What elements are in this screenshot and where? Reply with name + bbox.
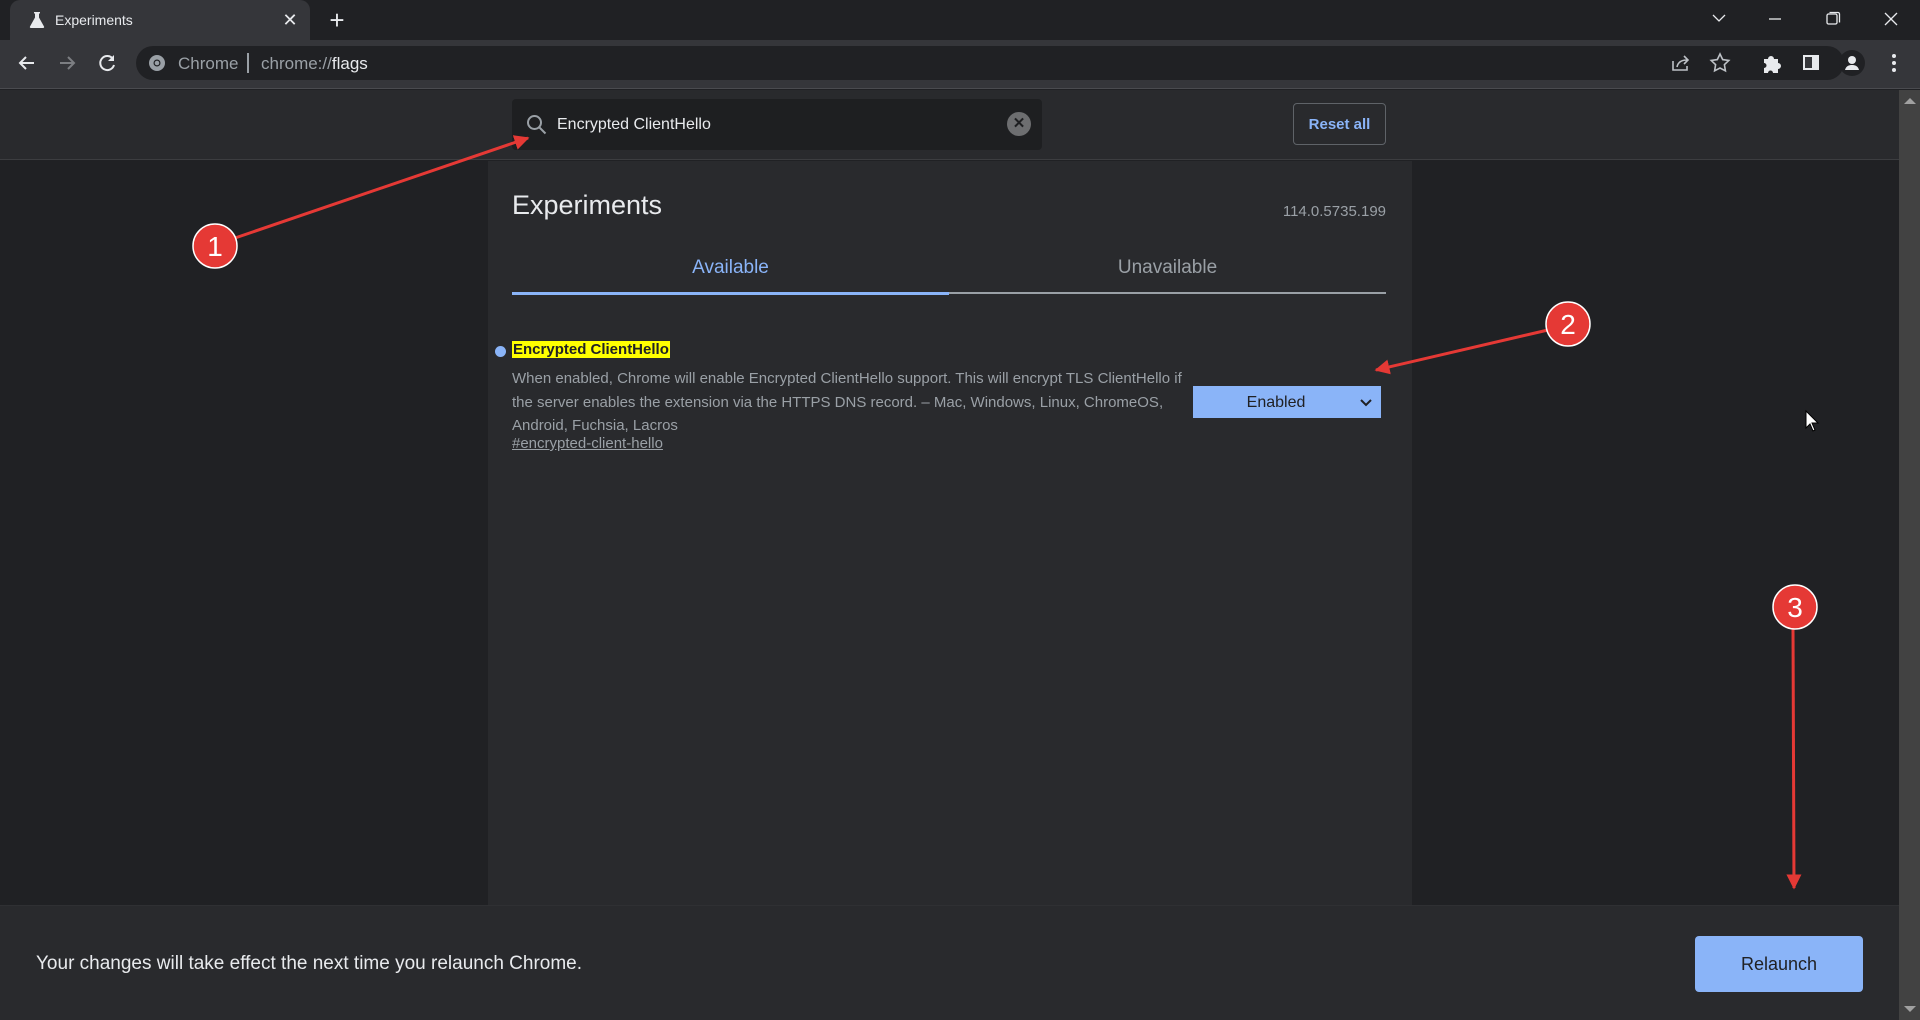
flask-icon bbox=[29, 12, 45, 28]
flag-description: When enabled, Chrome will enable Encrypt… bbox=[512, 370, 1182, 434]
bookmark-star-icon[interactable] bbox=[1706, 49, 1734, 77]
omnibox-separator bbox=[247, 53, 249, 73]
chrome-logo-icon bbox=[149, 55, 165, 71]
tab-available[interactable]: Available bbox=[512, 241, 949, 295]
site-chip-label: Chrome bbox=[178, 54, 239, 73]
reload-icon[interactable] bbox=[92, 48, 122, 78]
flags-header: ✕ Reset all bbox=[0, 90, 1899, 160]
share-icon[interactable] bbox=[1666, 49, 1694, 77]
relaunch-message: Your changes will take effect the next t… bbox=[36, 953, 583, 974]
profile-avatar-icon[interactable] bbox=[1838, 49, 1866, 77]
search-input[interactable] bbox=[557, 99, 997, 150]
flag-permalink[interactable]: #encrypted-client-hello bbox=[512, 435, 663, 452]
search-box[interactable]: ✕ bbox=[512, 99, 1042, 150]
tab-strip: Experiments ✕ + bbox=[0, 0, 1920, 40]
page-title: Experiments bbox=[512, 190, 663, 220]
close-window-icon[interactable] bbox=[1871, 5, 1911, 35]
url-prefix: chrome:// bbox=[261, 54, 332, 73]
url-host: flags bbox=[331, 54, 368, 73]
close-tab-icon[interactable]: ✕ bbox=[280, 10, 300, 30]
flags-page: ✕ Reset all Experiments 114.0.5735.199 A… bbox=[0, 90, 1899, 1020]
forward-icon[interactable] bbox=[52, 48, 82, 78]
tab-unavailable[interactable]: Unavailable bbox=[949, 241, 1386, 294]
clear-search-icon[interactable]: ✕ bbox=[1007, 112, 1031, 136]
extensions-icon[interactable] bbox=[1757, 49, 1785, 77]
browser-tab[interactable]: Experiments ✕ bbox=[10, 0, 310, 40]
vertical-scrollbar[interactable] bbox=[1899, 90, 1920, 1020]
flag-state-select[interactable]: Enabled bbox=[1193, 386, 1381, 418]
relaunch-bar: Your changes will take effect the next t… bbox=[0, 905, 1899, 1020]
restore-icon[interactable] bbox=[1813, 5, 1853, 35]
url-text: chrome://flags bbox=[261, 54, 368, 74]
minimize-icon[interactable] bbox=[1755, 5, 1795, 35]
experiments-panel: Experiments 114.0.5735.199 Available Una… bbox=[488, 161, 1412, 995]
back-icon[interactable] bbox=[12, 48, 42, 78]
address-bar[interactable]: Chrome chrome://flags bbox=[136, 46, 1844, 80]
tab-title: Experiments bbox=[55, 12, 133, 28]
scroll-down-arrow-icon[interactable] bbox=[1904, 1006, 1916, 1012]
reset-all-button[interactable]: Reset all bbox=[1293, 103, 1386, 145]
modified-indicator bbox=[495, 346, 506, 357]
tab-search-icon[interactable] bbox=[1699, 5, 1739, 35]
side-panel-icon[interactable] bbox=[1797, 49, 1825, 77]
flag-name: Encrypted ClientHello bbox=[512, 341, 670, 358]
new-tab-button[interactable]: + bbox=[325, 7, 349, 33]
scroll-up-arrow-icon[interactable] bbox=[1904, 98, 1916, 104]
search-icon bbox=[527, 115, 547, 135]
browser-toolbar: Chrome chrome://flags bbox=[0, 40, 1920, 89]
relaunch-button[interactable]: Relaunch bbox=[1695, 936, 1863, 992]
version-label: 114.0.5735.199 bbox=[1282, 203, 1386, 220]
menu-kebab-icon[interactable] bbox=[1880, 49, 1908, 77]
